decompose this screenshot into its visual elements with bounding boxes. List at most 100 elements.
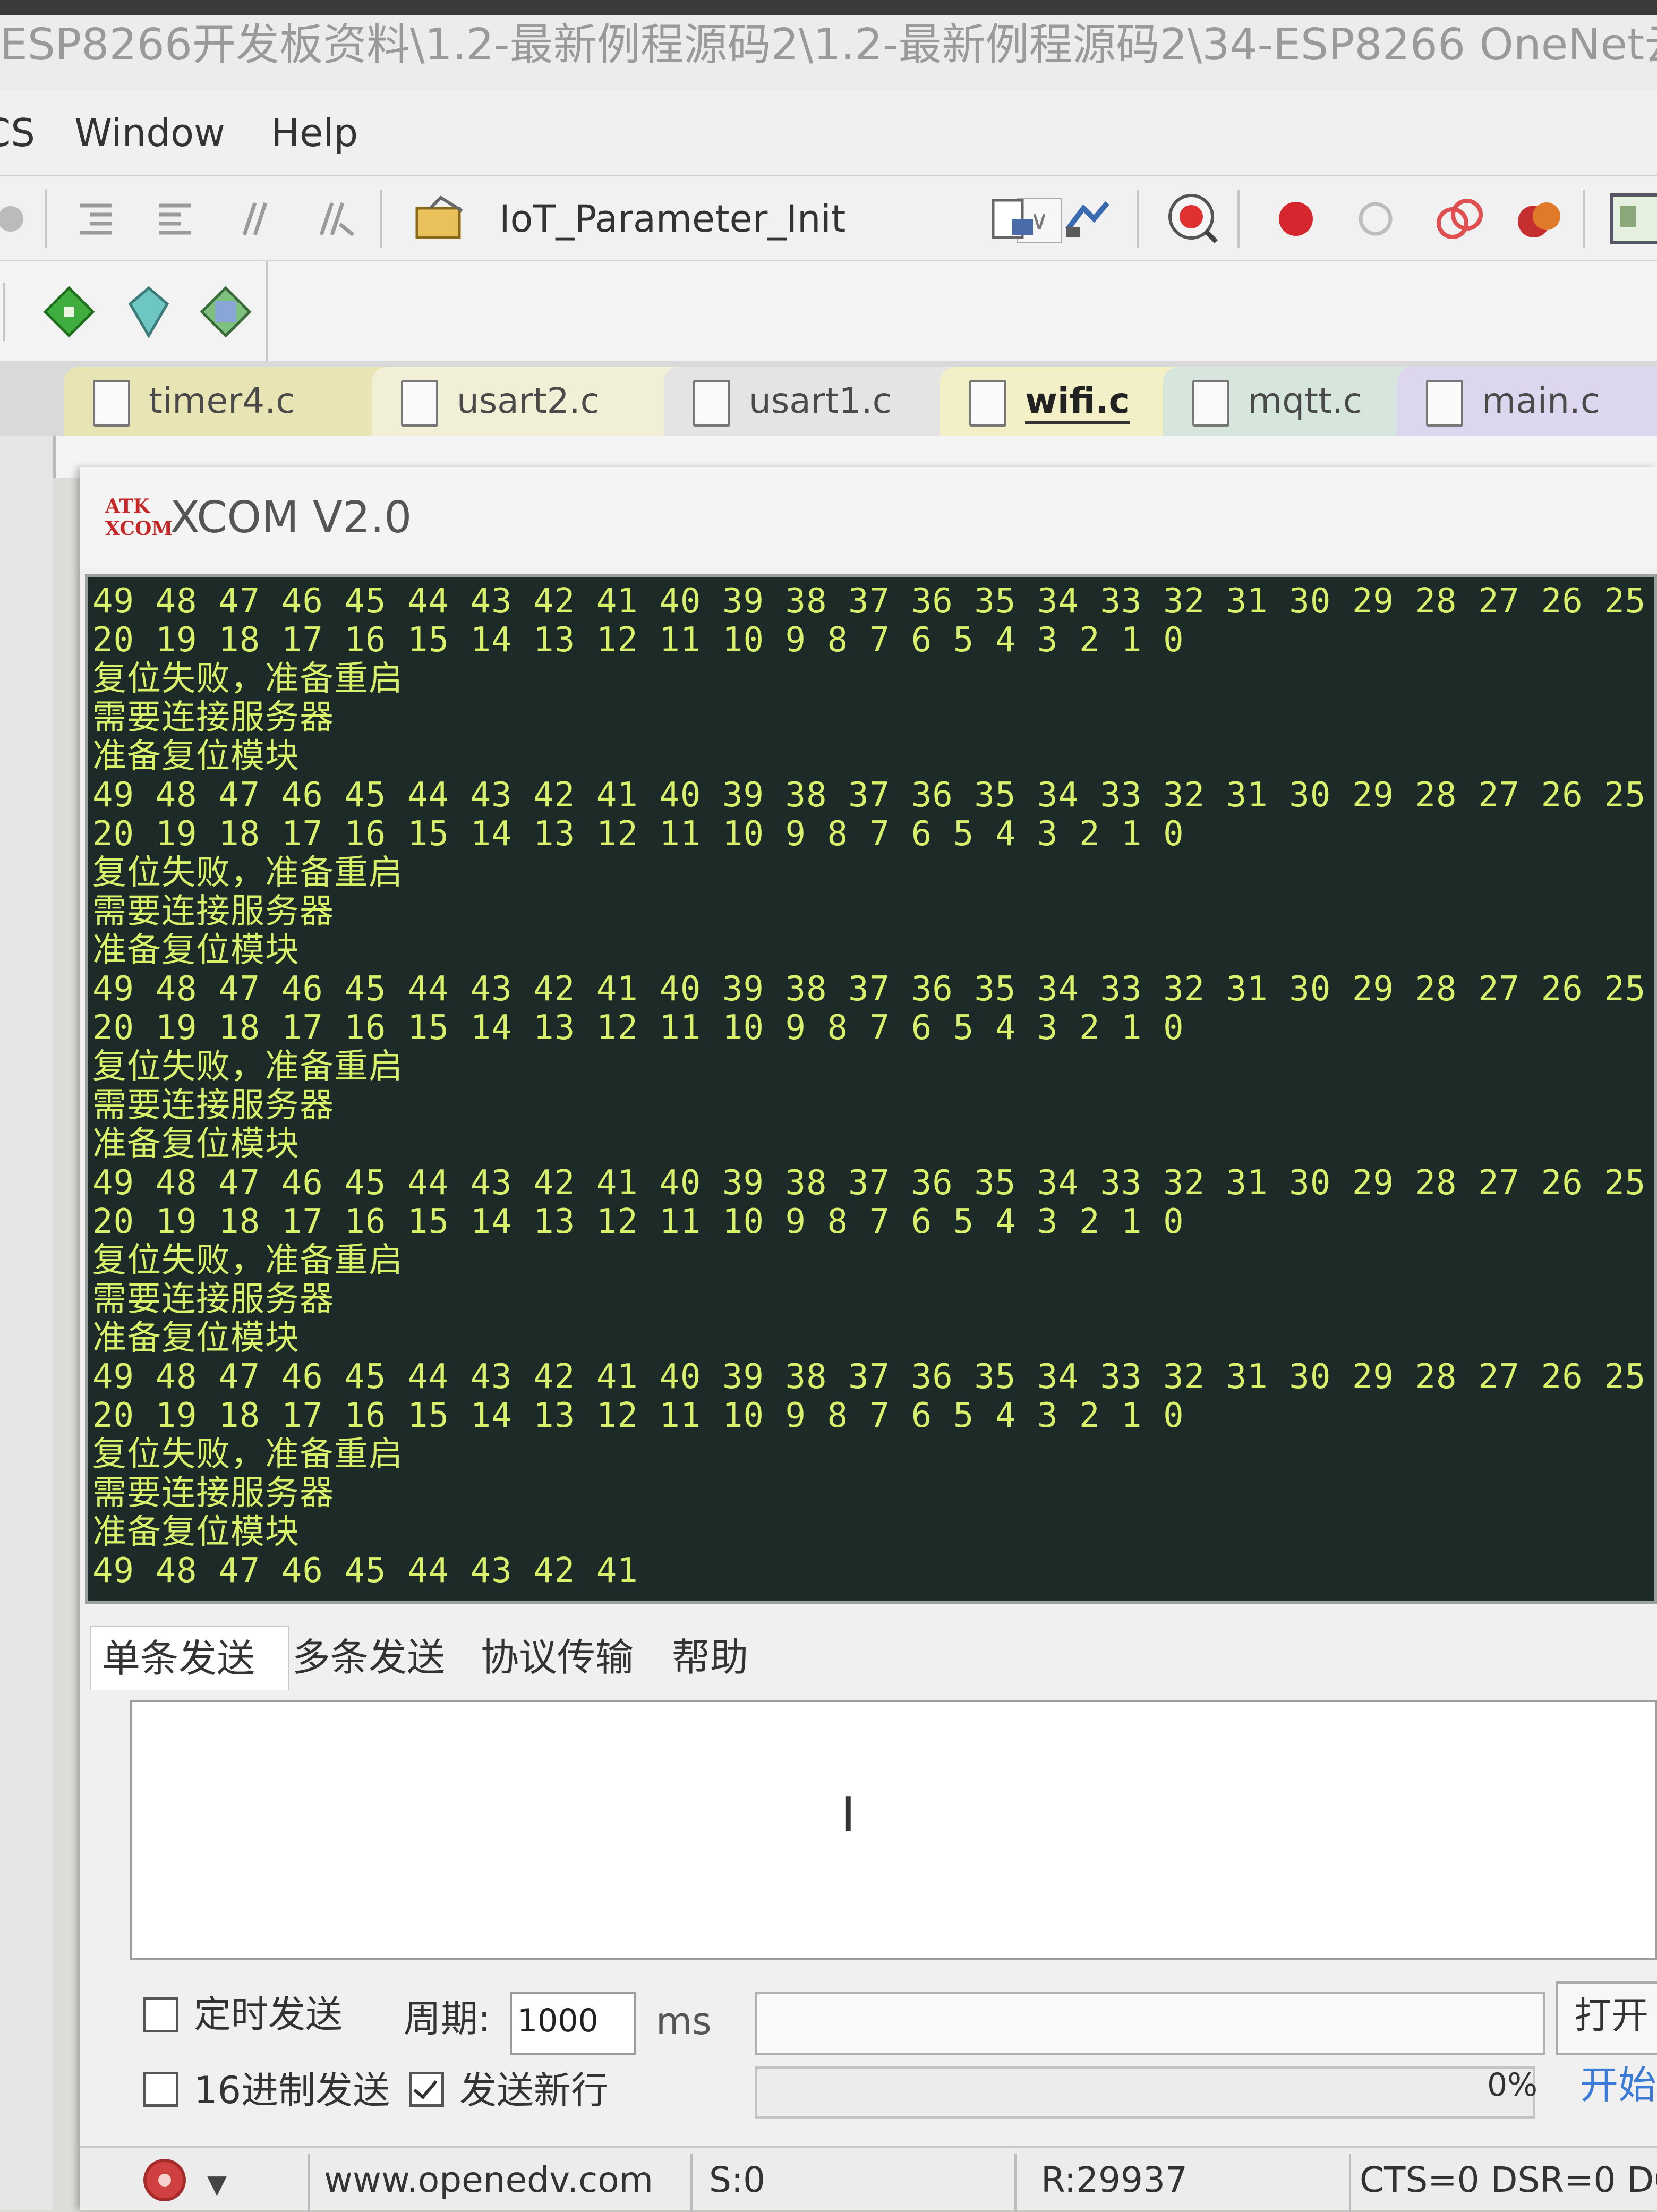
target-options-icon [415, 195, 463, 239]
tab-label: timer4.c [149, 380, 295, 421]
menu-item-help[interactable]: Help [271, 90, 358, 175]
toolbar-separator [1137, 190, 1139, 248]
window-layout-icon[interactable] [1609, 192, 1657, 245]
receive-line: 20 19 18 17 16 15 14 13 12 11 10 9 8 7 6… [92, 1008, 1184, 1048]
website-link[interactable]: www.openedv.com [324, 2148, 653, 2212]
period-input[interactable]: 1000 [510, 1992, 636, 2055]
target-name: IoT_Parameter_Init [499, 197, 846, 241]
target-select[interactable]: IoT_Parameter_Init ∨ [404, 190, 1062, 248]
file-icon [969, 380, 1006, 427]
receive-line: 复位失败，准备重启 [92, 1241, 403, 1280]
uncomment-icon[interactable] [313, 198, 356, 240]
debug-icon[interactable] [1166, 191, 1219, 244]
text-cursor-icon: I [841, 1787, 856, 1843]
newline-checkbox[interactable] [409, 2072, 444, 2107]
timed-send-label: 定时发送 [194, 1993, 343, 2036]
comment-icon[interactable] [234, 198, 276, 240]
tab-multi-send[interactable]: 多条发送 [281, 1626, 456, 1689]
screen-top-edge [0, 0, 1657, 15]
menu-item-window[interactable]: Window [74, 90, 225, 175]
period-unit: ms [656, 2000, 712, 2043]
receive-line: 准备复位模块 [92, 1318, 300, 1358]
receive-line: 20 19 18 17 16 15 14 13 12 11 10 9 8 7 6… [92, 620, 1184, 660]
toolbar-separator [3, 283, 5, 341]
xcom-title-bar[interactable]: ATK XCOM XCOM V2.0 [80, 467, 1657, 568]
receive-line: 49 48 47 46 45 44 43 42 41 40 39 38 37 3… [92, 1163, 1657, 1203]
file-icon [1192, 380, 1229, 427]
line-status: CTS=0 DSR=0 DC [1360, 2159, 1657, 2200]
toolbar-separator [1237, 190, 1240, 248]
breakpoint-kill-all-icon[interactable] [1514, 198, 1567, 240]
tab-help[interactable]: 帮助 [661, 1626, 759, 1689]
receive-line: 20 19 18 17 16 15 14 13 12 11 10 9 8 7 6… [92, 1396, 1184, 1435]
zoom-icon[interactable] [0, 198, 32, 240]
send-progress-bar [755, 2066, 1535, 2119]
receive-line: 49 48 47 46 45 44 43 42 41 40 39 38 37 3… [92, 582, 1657, 621]
receive-line: 准备复位模块 [92, 737, 300, 776]
progress-text: 0% [1487, 2066, 1538, 2104]
tab-label: mqtt.c [1248, 380, 1363, 421]
hex-send-label: 16进制发送 [194, 2069, 390, 2112]
file-path-field[interactable] [755, 1992, 1545, 2055]
toolbar-separator [380, 190, 382, 248]
toolbar-separator [266, 261, 268, 362]
ide-window-title: ESP8266开发板资料\1.2-最新例程源码2\1.2-最新例程源码2\34-… [0, 20, 1657, 70]
timed-send-checkbox[interactable] [143, 1997, 178, 2032]
receive-line: 需要连接服务器 [92, 1280, 334, 1319]
send-mode-tabs: 单条发送 多条发送 协议传输 帮助 [90, 1626, 1657, 1690]
tab-single-send[interactable]: 单条发送 [90, 1626, 289, 1690]
newline-label: 发送新行 [459, 2069, 608, 2112]
status-divider [308, 2154, 310, 2212]
options-icon[interactable] [122, 285, 175, 338]
caret-down-icon[interactable]: ▼ [207, 2170, 227, 2199]
receive-line: 需要连接服务器 [92, 892, 334, 931]
send-input[interactable]: I [130, 1700, 1657, 1960]
receive-text: 49 48 47 46 45 44 43 42 41 40 39 38 37 3… [92, 582, 1654, 1590]
tab-protocol[interactable]: 协议传输 [470, 1626, 644, 1689]
manage-components-icon[interactable] [1062, 198, 1113, 240]
start-send-button[interactable]: 开始 [1580, 2056, 1657, 2114]
unindent-icon[interactable] [154, 198, 197, 240]
xcom-window: ATK XCOM XCOM V2.0 49 48 47 46 45 44 43 … [80, 467, 1657, 2212]
receive-line: 需要连接服务器 [92, 698, 334, 737]
receive-line: 复位失败，准备重启 [92, 853, 403, 892]
open-file-button[interactable]: 打开 [1556, 1981, 1657, 2055]
manage-project-icon[interactable] [988, 198, 1038, 240]
settings-icon[interactable] [143, 2159, 186, 2201]
receive-line: 准备复位模块 [92, 1125, 300, 1164]
receive-line: 复位失败，准备重启 [92, 659, 403, 699]
sent-count: S:0 [709, 2159, 766, 2200]
receive-line: 复位失败，准备重启 [92, 1435, 403, 1474]
receive-line: 49 48 47 46 45 44 43 42 41 [92, 1551, 638, 1590]
tab-label: main.c [1482, 380, 1600, 421]
receive-line: 49 48 47 46 45 44 43 42 41 40 39 38 37 3… [92, 776, 1657, 815]
indent-icon[interactable] [74, 198, 117, 240]
receive-line: 20 19 18 17 16 15 14 13 12 11 10 9 8 7 6… [92, 1202, 1184, 1241]
multi-project-icon[interactable] [199, 285, 252, 338]
receive-line: 复位失败，准备重启 [92, 1047, 403, 1086]
breakpoint-insert-icon[interactable] [1275, 198, 1317, 240]
file-icon [1426, 380, 1463, 427]
receive-area[interactable]: 49 48 47 46 45 44 43 42 41 40 39 38 37 3… [85, 574, 1657, 1604]
menu-item-tools[interactable]: CS [0, 90, 35, 175]
status-divider [690, 2154, 693, 2212]
ide-secondary-toolbar [0, 260, 1657, 362]
xcom-logo: ATK XCOM [105, 495, 173, 540]
breakpoint-disable-all-icon[interactable] [1434, 198, 1487, 240]
status-divider [1349, 2154, 1351, 2212]
tab-label: wifi.c [1025, 380, 1130, 424]
status-divider [1014, 2154, 1017, 2212]
receive-line: 需要连接服务器 [92, 1086, 334, 1125]
receive-line: 准备复位模块 [92, 1512, 300, 1552]
period-label: 周期: [404, 1997, 491, 2040]
toolbar-separator [1583, 190, 1585, 248]
download-icon[interactable] [42, 285, 96, 338]
breakpoint-enable-icon[interactable] [1354, 198, 1397, 240]
project-panel-edge [0, 436, 53, 2210]
receive-line: 20 19 18 17 16 15 14 13 12 11 10 9 8 7 6… [92, 814, 1184, 854]
file-icon [401, 380, 438, 427]
ide-build-toolbar: IoT_Parameter_Init ∨ [0, 175, 1657, 260]
tab-main-c[interactable]: main.c [1397, 367, 1657, 436]
hex-send-checkbox[interactable] [143, 2072, 178, 2107]
xcom-title: XCOM V2.0 [170, 492, 412, 543]
